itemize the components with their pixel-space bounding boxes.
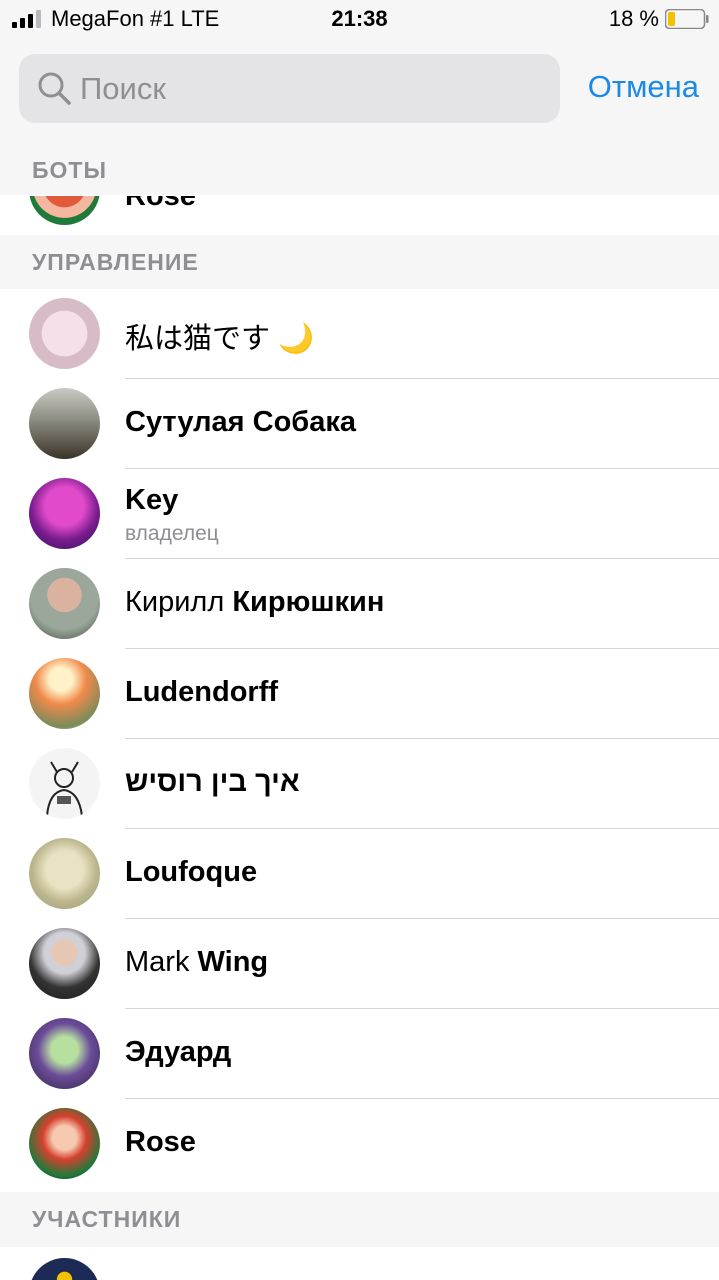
contact-name: Эдуард [125, 1036, 232, 1068]
role-label: владелец [125, 522, 219, 545]
list-item[interactable]: Loufoque [0, 829, 719, 919]
contact-name: Кирилл Кирюшкин [125, 586, 385, 618]
avatar-illustration [46, 761, 83, 817]
avatar [29, 1108, 100, 1179]
avatar [29, 196, 100, 225]
list-item[interactable]: Кирилл Кирюшкин [0, 559, 719, 649]
list-item[interactable]: Ludendorff [0, 649, 719, 739]
section-header-admins: УПРАВЛЕНИЕ [0, 235, 719, 289]
list-item[interactable]: 私は猫です 🌙 [0, 289, 719, 379]
status-bar: MegaFon #1 LTE 21:38 18 % [0, 0, 719, 40]
contact-name: 私は猫です 🌙 [125, 323, 315, 355]
search-bar: Поиск Отмена [0, 40, 719, 145]
avatar [29, 568, 100, 639]
moon-emoji: 🌙 [278, 323, 315, 355]
contact-name: Mark Wing [125, 946, 269, 978]
contact-name: Key [125, 484, 179, 516]
avatar [29, 658, 100, 729]
list-item[interactable]: Rose [0, 1099, 719, 1189]
avatar [29, 838, 100, 909]
list-item[interactable]: Key владелец [0, 469, 719, 559]
section-header-members: УЧАСТНИКИ [0, 1192, 719, 1247]
battery-icon [665, 9, 709, 29]
contact-name: Rose [125, 1126, 196, 1158]
avatar [29, 928, 100, 999]
list-item[interactable]: Эдуард [0, 1009, 719, 1099]
contact-name: Loufoque [125, 856, 258, 888]
avatar [29, 478, 100, 549]
list-item[interactable]: Сутулая Собака [0, 379, 719, 469]
contact-name: Rose [125, 196, 196, 212]
avatar [29, 388, 100, 459]
contact-name: איך בין רוסיש [125, 766, 300, 798]
cancel-button[interactable]: Отмена [588, 69, 699, 105]
avatar [29, 748, 100, 819]
avatar [29, 1018, 100, 1089]
list-item[interactable]: איך בין רוסיש [0, 739, 719, 829]
contact-name: Ludendorff [125, 676, 279, 708]
contact-name: Сутулая Собака [125, 406, 356, 438]
avatar [29, 1258, 100, 1280]
section-header-bots: БОТЫ [0, 145, 719, 195]
list-item-member-partial[interactable] [0, 1247, 719, 1280]
list-item[interactable]: Mark Wing [0, 919, 719, 1009]
battery-percent: 18 % [608, 6, 659, 31]
search-placeholder: Поиск [80, 71, 166, 106]
search-icon [38, 72, 71, 105]
avatar [29, 298, 100, 369]
list-item-bot-partial[interactable]: Rose [0, 196, 719, 235]
